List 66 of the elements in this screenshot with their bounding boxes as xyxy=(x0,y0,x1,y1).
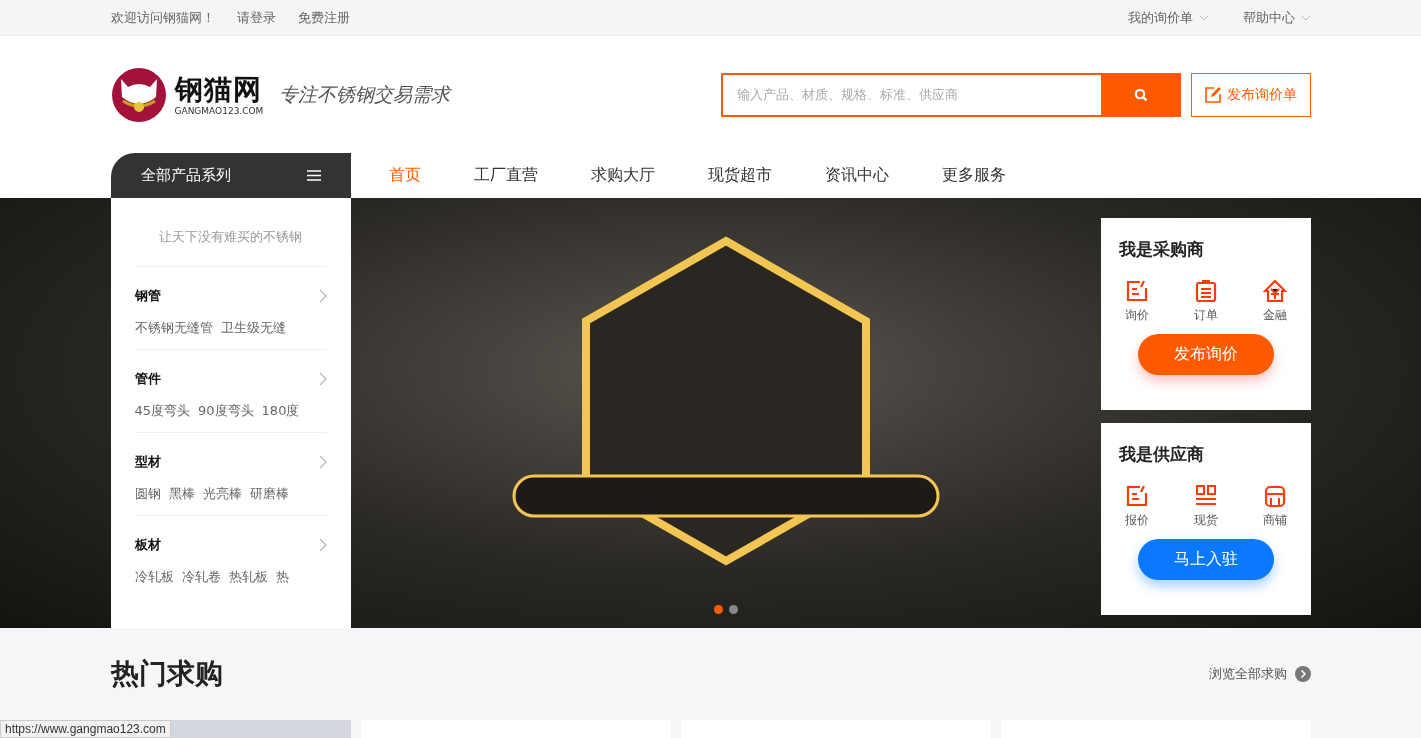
category-link[interactable]: 黑棒 xyxy=(168,485,195,503)
nav-tab[interactable]: 更多服务 xyxy=(923,165,1024,186)
category-link[interactable]: 卫生级无缝 xyxy=(220,319,286,337)
menu-icon xyxy=(306,170,321,181)
grid-icon xyxy=(1193,484,1218,508)
yen-house-icon xyxy=(1262,279,1287,303)
card-action[interactable]: 金融 xyxy=(1262,279,1287,324)
category-name[interactable]: 管件 xyxy=(134,370,161,388)
category-menu-header[interactable]: 全部产品系列 xyxy=(110,153,351,198)
category-name[interactable]: 型材 xyxy=(134,453,161,471)
chevron-right-icon xyxy=(318,372,327,386)
top-menu[interactable]: 帮助中心 xyxy=(1242,8,1311,27)
top-menu[interactable]: 我的询价单 xyxy=(1127,8,1209,27)
slogan-text: 专注不锈钢交易需求 xyxy=(279,81,451,107)
search-field[interactable]: 输入产品、材质、规格、标准、供应商 xyxy=(720,72,1101,117)
nav-tab[interactable]: 求购大厅 xyxy=(572,165,673,186)
category-link[interactable]: 热轧板 xyxy=(228,568,268,586)
section-title: 热门求购 xyxy=(110,656,223,692)
category-name[interactable]: 钢管 xyxy=(134,287,161,305)
chevron-down-icon xyxy=(1300,14,1311,21)
category-link[interactable]: 光亮棒 xyxy=(202,485,242,503)
shop-icon xyxy=(1262,484,1287,508)
carousel-dot[interactable] xyxy=(713,605,723,614)
card-action[interactable]: 订单 xyxy=(1193,279,1218,324)
category-link[interactable]: 180度 xyxy=(261,402,300,420)
category-link[interactable]: 90度弯头 xyxy=(198,402,254,420)
logo-domain: GANGMAO123.COM xyxy=(174,105,264,116)
card-action[interactable]: 商铺 xyxy=(1262,484,1287,529)
category-link[interactable]: 热 xyxy=(275,568,289,586)
cat-logo-icon xyxy=(110,66,167,123)
tagline-text: 让天下没有难买的不锈钢 xyxy=(134,198,327,267)
nav-tab[interactable]: 工厂直营 xyxy=(455,165,556,186)
search-button[interactable] xyxy=(1100,72,1181,117)
chevron-right-icon xyxy=(318,455,327,469)
chevron-right-icon xyxy=(318,289,327,303)
clipboard-icon xyxy=(1193,279,1218,303)
status-url: https://www.gangmao123.com xyxy=(0,720,171,738)
category-link[interactable]: 研磨棒 xyxy=(249,485,289,503)
card-action[interactable]: 报价 xyxy=(1124,484,1149,529)
category-link[interactable]: 圆钢 xyxy=(134,485,161,503)
top-link[interactable]: 免费注册 xyxy=(297,8,350,27)
category-name[interactable]: 板材 xyxy=(134,536,161,554)
nav-tab[interactable]: 现货超市 xyxy=(689,165,790,186)
edit-icon xyxy=(1124,484,1149,508)
card-title: 我是供应商 xyxy=(1118,443,1205,466)
top-link[interactable]: 请登录 xyxy=(236,8,276,27)
edit-icon xyxy=(1204,85,1222,104)
chevron-right-icon xyxy=(318,538,327,552)
card-title: 我是采购商 xyxy=(1118,238,1205,261)
post-inquiry-button[interactable]: 发布询价单 xyxy=(1190,72,1311,117)
category-link[interactable]: 45度弯头 xyxy=(134,402,191,420)
nav-tab[interactable]: 资讯中心 xyxy=(806,165,907,186)
category-link[interactable]: 冷轧板 xyxy=(134,568,174,586)
carousel-dot[interactable] xyxy=(728,605,738,614)
view-all-link[interactable]: 浏览全部求购 xyxy=(1208,665,1311,683)
category-link[interactable]: 冷轧卷 xyxy=(181,568,221,586)
card-action[interactable]: 询价 xyxy=(1124,279,1149,324)
card-action[interactable]: 现货 xyxy=(1193,484,1218,529)
logo-text: 钢猫网 xyxy=(174,73,263,106)
card-button[interactable]: 马上入驻 xyxy=(1137,539,1274,580)
category-link[interactable]: 不锈钢无缝管 xyxy=(134,319,213,337)
edit-icon xyxy=(1124,279,1149,303)
welcome-text: 欢迎访问钢猫网！ xyxy=(110,8,215,27)
chevron-circle-icon xyxy=(1294,666,1311,682)
chevron-down-icon xyxy=(1198,14,1209,21)
search-icon xyxy=(1133,87,1148,102)
